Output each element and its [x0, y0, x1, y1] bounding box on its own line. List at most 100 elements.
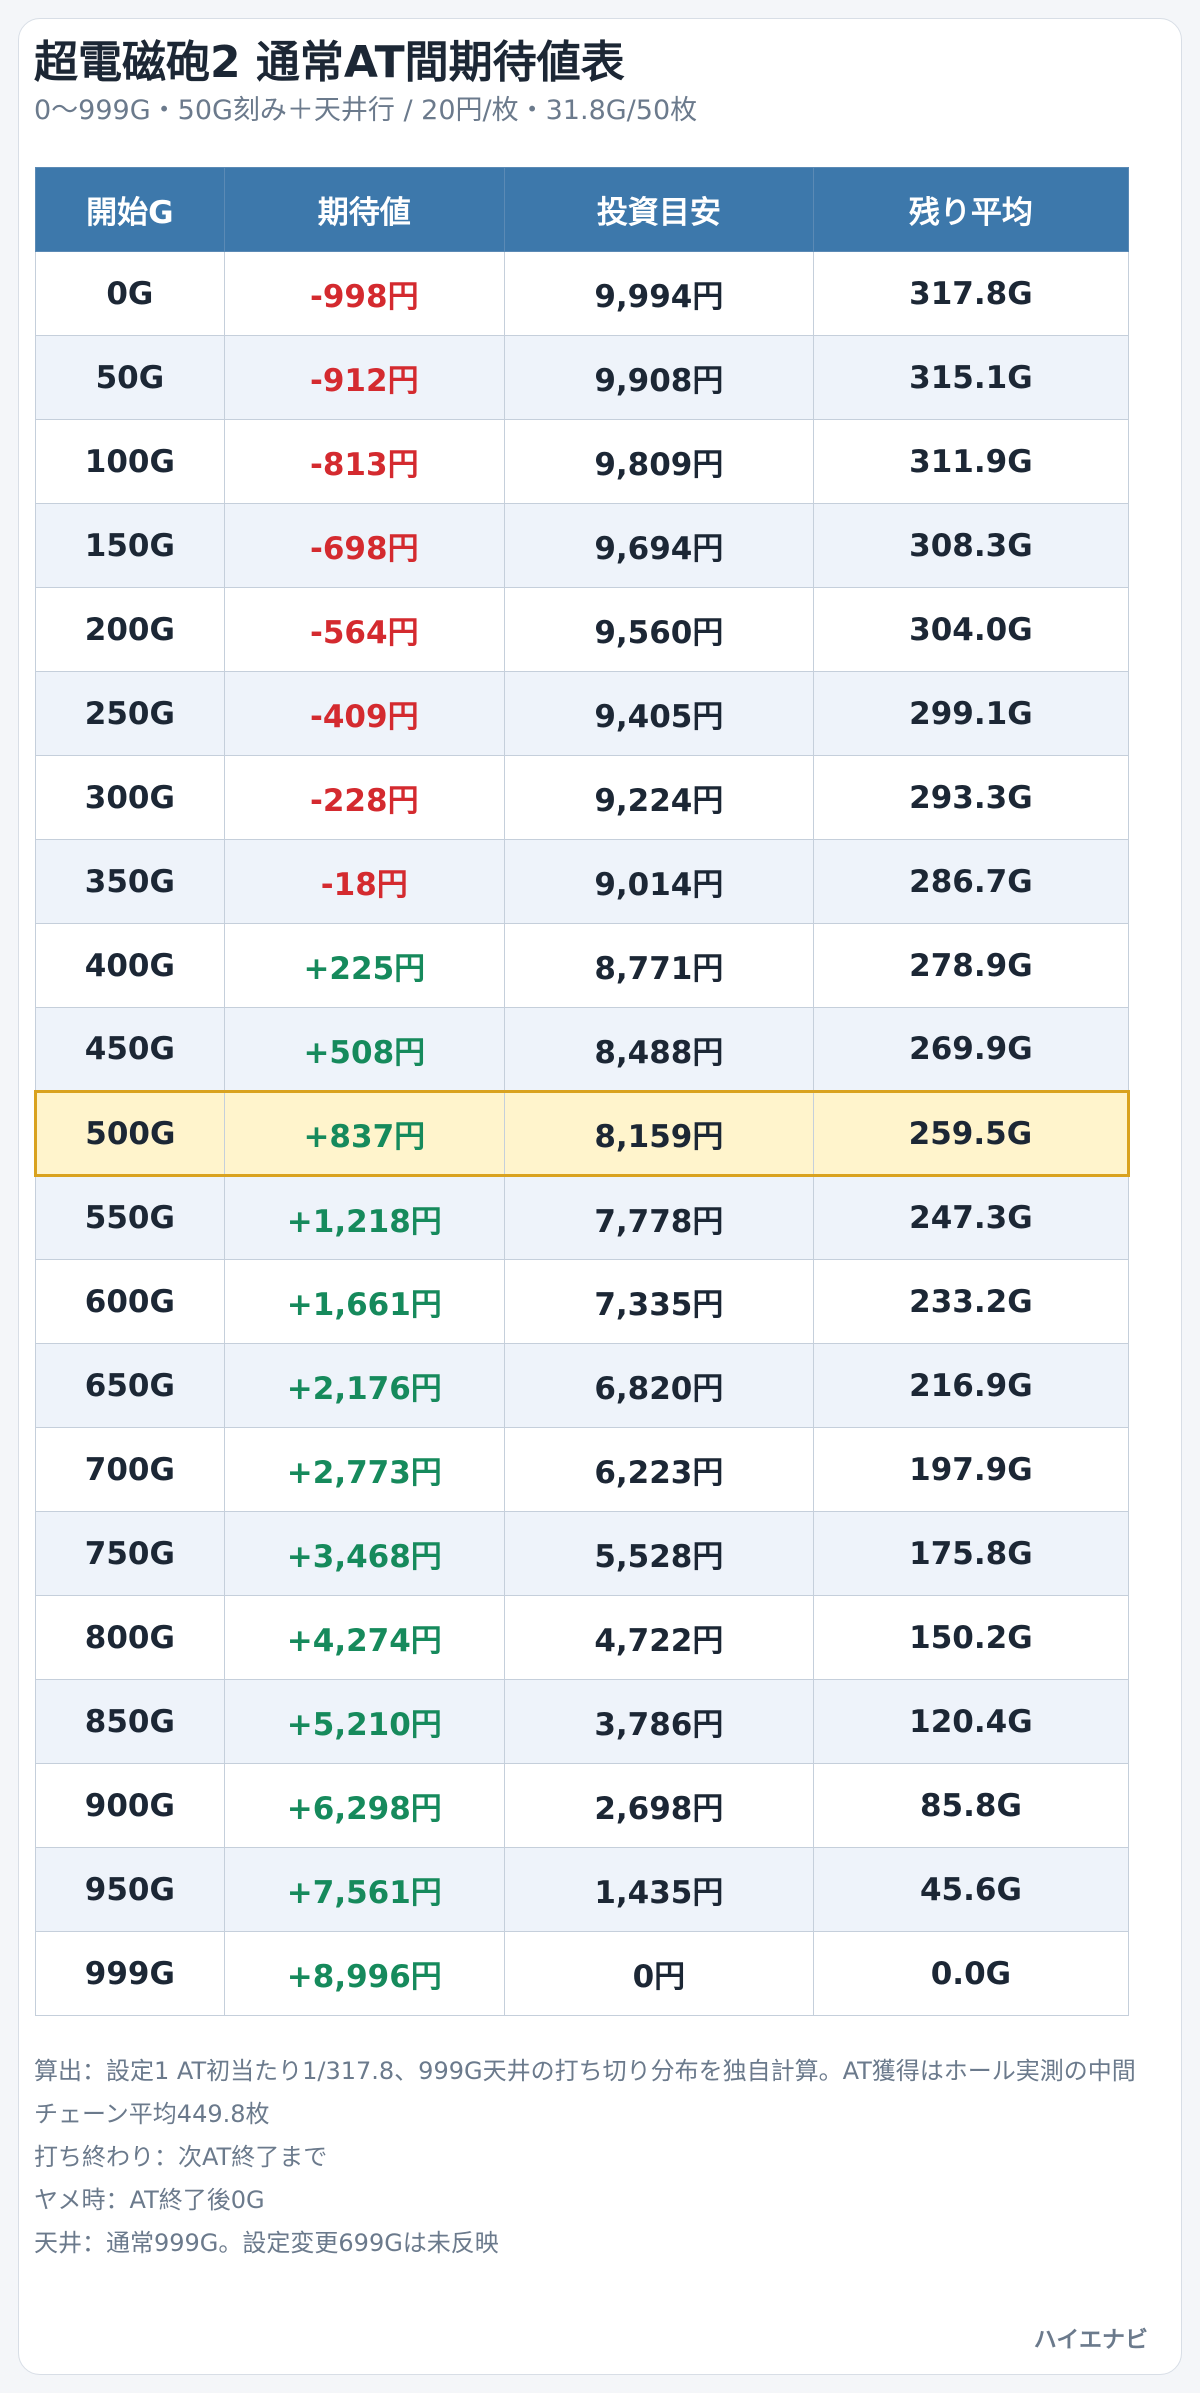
- investment-cell: 3,786円: [503, 1679, 814, 1764]
- table-row: 250G -409円 9,405円 299.1G: [35, 671, 1130, 756]
- note-calculation: 算出：設定1 AT初当たり1/317.8、999G天井の打ち切り分布を独自計算。…: [34, 2057, 1136, 2128]
- table-row: 800G +4,274円 4,722円 150.2G: [35, 1595, 1130, 1680]
- remaining-average-cell: 85.8G: [812, 1763, 1130, 1848]
- table-row-highlighted: 500G +837円 8,159円 259.5G: [34, 1090, 1131, 1177]
- expected-value-cell: -409円: [223, 671, 505, 756]
- start-game-cell: 850G: [35, 1679, 225, 1764]
- remaining-average-cell: 278.9G: [812, 923, 1130, 1008]
- investment-cell: 8,488円: [503, 1007, 814, 1092]
- investment-cell: 1,435円: [503, 1847, 814, 1932]
- expected-value-cell: +4,274円: [223, 1595, 505, 1680]
- start-game-cell: 250G: [35, 671, 225, 756]
- start-game-cell: 999G: [35, 1931, 225, 2016]
- remaining-average-cell: 175.8G: [812, 1511, 1130, 1596]
- expected-value-cell: -18円: [223, 839, 505, 924]
- investment-cell: 6,223円: [503, 1427, 814, 1512]
- expected-value-cell: -998円: [223, 251, 505, 336]
- column-header-remaining-average: 残り平均: [812, 167, 1130, 252]
- investment-cell: 2,698円: [503, 1763, 814, 1848]
- remaining-average-cell: 259.5G: [812, 1090, 1131, 1177]
- start-game-cell: 350G: [35, 839, 225, 924]
- expected-value-cell: +6,298円: [223, 1763, 505, 1848]
- start-game-cell: 600G: [35, 1259, 225, 1344]
- remaining-average-cell: 293.3G: [812, 755, 1130, 840]
- remaining-average-cell: 150.2G: [812, 1595, 1130, 1680]
- start-game-cell: 650G: [35, 1343, 225, 1428]
- investment-cell: 9,560円: [503, 587, 814, 672]
- start-game-cell: 200G: [35, 587, 225, 672]
- table-row: 100G -813円 9,809円 311.9G: [35, 419, 1130, 504]
- table-row: 999G +8,996円 0円 0.0G: [35, 1931, 1130, 2016]
- table-header-row: 開始G 期待値 投資目安 残り平均: [35, 167, 1130, 252]
- table-row: 350G -18円 9,014円 286.7G: [35, 839, 1130, 924]
- expected-value-cell: +1,218円: [223, 1175, 505, 1260]
- table-body: 0G -998円 9,994円 317.8G 50G -912円 9,908円 315.1G 1…: [34, 251, 1131, 2016]
- remaining-average-cell: 286.7G: [812, 839, 1130, 924]
- remaining-average-cell: 299.1G: [812, 671, 1130, 756]
- expected-value-cell: +2,176円: [223, 1343, 505, 1428]
- table-row: 300G -228円 9,224円 293.3G: [35, 755, 1130, 840]
- remaining-average-cell: 317.8G: [812, 251, 1130, 336]
- start-game-cell: 950G: [35, 1847, 225, 1932]
- table-row: 400G +225円 8,771円 278.9G: [35, 923, 1130, 1008]
- start-game-cell: 700G: [35, 1427, 225, 1512]
- investment-cell: 4,722円: [503, 1595, 814, 1680]
- investment-cell: 7,778円: [503, 1175, 814, 1260]
- table-row: 950G +7,561円 1,435円 45.6G: [35, 1847, 1130, 1932]
- investment-cell: 9,694円: [503, 503, 814, 588]
- calculation-notes: 算出：設定1 AT初当たり1/317.8、999G天井の打ち切り分布を独自計算。…: [34, 2050, 1144, 2265]
- start-game-cell: 800G: [35, 1595, 225, 1680]
- column-header-start-game: 開始G: [35, 167, 225, 252]
- investment-cell: 8,771円: [503, 923, 814, 1008]
- remaining-average-cell: 315.1G: [812, 335, 1130, 420]
- table-row: 850G +5,210円 3,786円 120.4G: [35, 1679, 1130, 1764]
- expected-value-cell: +2,773円: [223, 1427, 505, 1512]
- table-row: 550G +1,218円 7,778円 247.3G: [35, 1175, 1130, 1260]
- expected-value-cell: +1,661円: [223, 1259, 505, 1344]
- investment-cell: 5,528円: [503, 1511, 814, 1596]
- investment-cell: 9,405円: [503, 671, 814, 756]
- expected-value-cell: -698円: [223, 503, 505, 588]
- remaining-average-cell: 45.6G: [812, 1847, 1130, 1932]
- table-row: 150G -698円 9,694円 308.3G: [35, 503, 1130, 588]
- expected-value-cell: +225円: [223, 923, 505, 1008]
- start-game-cell: 400G: [35, 923, 225, 1008]
- table-row: 450G +508円 8,488円 269.9G: [35, 1007, 1130, 1092]
- expected-value-cell: -912円: [223, 335, 505, 420]
- investment-cell: 8,159円: [503, 1090, 814, 1177]
- remaining-average-cell: 311.9G: [812, 419, 1130, 504]
- page-title: 超電磁砲2 通常AT間期待値表: [34, 37, 625, 88]
- investment-cell: 7,335円: [503, 1259, 814, 1344]
- expected-value-cell: +5,210円: [223, 1679, 505, 1764]
- remaining-average-cell: 269.9G: [812, 1007, 1130, 1092]
- expected-value-cell: -564円: [223, 587, 505, 672]
- investment-cell: 6,820円: [503, 1343, 814, 1428]
- remaining-average-cell: 247.3G: [812, 1175, 1130, 1260]
- table-row: 750G +3,468円 5,528円 175.8G: [35, 1511, 1130, 1596]
- expected-value-cell: +837円: [223, 1090, 505, 1177]
- start-game-cell: 450G: [35, 1007, 225, 1092]
- investment-cell: 9,908円: [503, 335, 814, 420]
- table-row: 50G -912円 9,908円 315.1G: [35, 335, 1130, 420]
- remaining-average-cell: 120.4G: [812, 1679, 1130, 1764]
- expected-value-cell: +3,468円: [223, 1511, 505, 1596]
- remaining-average-cell: 308.3G: [812, 503, 1130, 588]
- remaining-average-cell: 0.0G: [812, 1931, 1130, 2016]
- start-game-cell: 550G: [35, 1175, 225, 1260]
- investment-cell: 9,224円: [503, 755, 814, 840]
- brand-name: ハイエナビ: [1033, 2327, 1148, 2353]
- column-header-investment: 投資目安: [503, 167, 814, 252]
- expected-value-table: 開始G 期待値 投資目安 残り平均 0G -998円 9,994円 317.8G 50G…: [34, 167, 1131, 2016]
- start-game-cell: 0G: [35, 251, 225, 336]
- column-header-expected-value: 期待値: [223, 167, 505, 252]
- remaining-average-cell: 216.9G: [812, 1343, 1130, 1428]
- investment-cell: 9,994円: [503, 251, 814, 336]
- expected-value-cell: -228円: [223, 755, 505, 840]
- expected-value-cell: -813円: [223, 419, 505, 504]
- start-game-cell: 300G: [35, 755, 225, 840]
- expected-value-cell: +8,996円: [223, 1931, 505, 2016]
- note-quit-timing: ヤメ時：AT終了後0G: [34, 2186, 265, 2214]
- remaining-average-cell: 304.0G: [812, 587, 1130, 672]
- start-game-cell: 900G: [35, 1763, 225, 1848]
- start-game-cell: 150G: [35, 503, 225, 588]
